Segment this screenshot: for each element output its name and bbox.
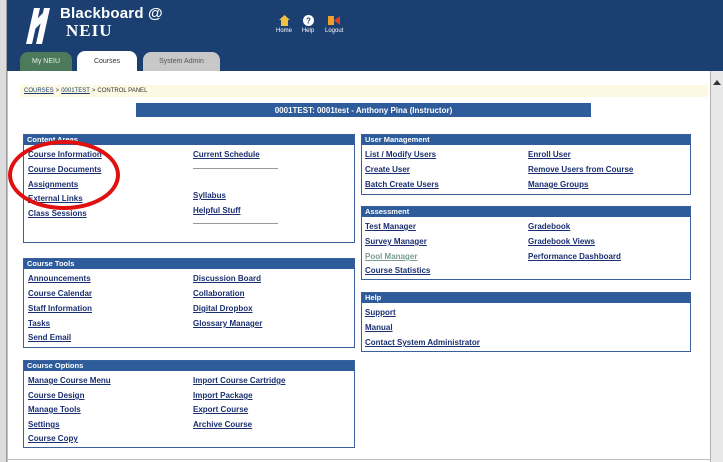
link-support[interactable]: Support xyxy=(365,308,396,317)
link-manage-course-menu[interactable]: Manage Course Menu xyxy=(28,376,111,385)
panel-title: Help xyxy=(362,293,690,303)
link-course-calendar[interactable]: Course Calendar xyxy=(28,289,92,298)
breadcrumb-courses[interactable]: COURSES xyxy=(24,88,54,94)
bottom-border xyxy=(7,459,710,460)
link-manual[interactable]: Manual xyxy=(365,323,393,332)
window-left-frame xyxy=(0,0,7,462)
link-helpful-stuff[interactable]: Helpful Stuff xyxy=(193,206,241,215)
link-pool-manager[interactable]: Pool Manager xyxy=(365,252,417,261)
link-manage-groups[interactable]: Manage Groups xyxy=(528,180,588,189)
breadcrumb: COURSES > 0001TEST > CONTROL PANEL xyxy=(20,85,708,97)
link-current-schedule[interactable]: Current Schedule xyxy=(193,150,260,159)
link-tasks[interactable]: Tasks xyxy=(28,319,50,328)
link-glossary-manager[interactable]: Glossary Manager xyxy=(193,319,262,328)
breadcrumb-current: CONTROL PANEL xyxy=(97,88,148,94)
link-course-statistics[interactable]: Course Statistics xyxy=(365,266,430,275)
tab-courses[interactable]: Courses xyxy=(77,51,137,71)
course-tools-panel: Course Tools xyxy=(23,258,355,348)
link-list-modify-users[interactable]: List / Modify Users xyxy=(365,150,436,159)
vertical-scrollbar[interactable] xyxy=(710,71,723,462)
panel-title: Course Options xyxy=(24,361,354,371)
link-test-manager[interactable]: Test Manager xyxy=(365,222,416,231)
link-export-course[interactable]: Export Course xyxy=(193,405,248,414)
logout-icon xyxy=(327,13,341,27)
link-archive-course[interactable]: Archive Course xyxy=(193,420,252,429)
divider xyxy=(193,223,278,224)
home-icon xyxy=(277,13,291,27)
home-label: Home xyxy=(276,28,293,34)
divider xyxy=(193,168,278,169)
svg-text:?: ? xyxy=(306,16,311,25)
tab-strip: My NEIU Courses System Admin xyxy=(7,48,723,71)
link-send-email[interactable]: Send Email xyxy=(28,333,71,342)
breadcrumb-separator: > xyxy=(55,88,60,94)
link-syllabus[interactable]: Syllabus xyxy=(193,191,226,200)
link-contact-system-administrator[interactable]: Contact System Administrator xyxy=(365,338,480,347)
link-performance-dashboard[interactable]: Performance Dashboard xyxy=(528,252,621,261)
link-announcements[interactable]: Announcements xyxy=(28,274,91,283)
tab-my-neiu[interactable]: My NEIU xyxy=(20,52,72,71)
link-create-user[interactable]: Create User xyxy=(365,165,410,174)
link-gradebook-views[interactable]: Gradebook Views xyxy=(528,237,595,246)
link-settings[interactable]: Settings xyxy=(28,420,60,429)
brand-name: Blackboard @ xyxy=(60,5,163,22)
link-collaboration[interactable]: Collaboration xyxy=(193,289,245,298)
panel-title: Assessment xyxy=(362,207,690,217)
link-import-course-cartridge[interactable]: Import Course Cartridge xyxy=(193,376,285,385)
link-gradebook[interactable]: Gradebook xyxy=(528,222,570,231)
link-enroll-user[interactable]: Enroll User xyxy=(528,150,571,159)
link-class-sessions[interactable]: Class Sessions xyxy=(28,209,87,218)
link-digital-dropbox[interactable]: Digital Dropbox xyxy=(193,304,253,313)
logout-label: Logout xyxy=(325,28,344,34)
link-remove-users-from-course[interactable]: Remove Users from Course xyxy=(528,165,633,174)
panel-title: User Management xyxy=(362,135,690,145)
scroll-up-arrow-icon[interactable] xyxy=(713,80,721,85)
link-survey-manager[interactable]: Survey Manager xyxy=(365,237,427,246)
highlight-circle xyxy=(8,140,120,210)
link-course-copy[interactable]: Course Copy xyxy=(28,434,78,443)
breadcrumb-separator: > xyxy=(91,88,96,94)
blackboard-logo-icon xyxy=(26,8,50,44)
link-discussion-board[interactable]: Discussion Board xyxy=(193,274,261,283)
home-nav-button[interactable]: Home xyxy=(276,13,292,34)
page-title: 0001TEST: 0001test - Anthony Pina (Instr… xyxy=(136,103,591,117)
help-label: Help xyxy=(301,28,315,34)
link-staff-information[interactable]: Staff Information xyxy=(28,304,92,313)
link-import-package[interactable]: Import Package xyxy=(193,391,253,400)
help-icon: ? xyxy=(301,13,315,27)
panel-title: Course Tools xyxy=(24,259,354,269)
help-nav-button[interactable]: ? Help xyxy=(301,13,315,34)
link-batch-create-users[interactable]: Batch Create Users xyxy=(365,180,439,189)
tab-system-admin[interactable]: System Admin xyxy=(143,52,220,71)
link-manage-tools[interactable]: Manage Tools xyxy=(28,405,81,414)
link-course-design[interactable]: Course Design xyxy=(28,391,84,400)
brand-school: NEIU xyxy=(66,21,113,40)
logout-nav-button[interactable]: Logout xyxy=(325,13,343,34)
breadcrumb-course[interactable]: 0001TEST xyxy=(61,88,90,94)
